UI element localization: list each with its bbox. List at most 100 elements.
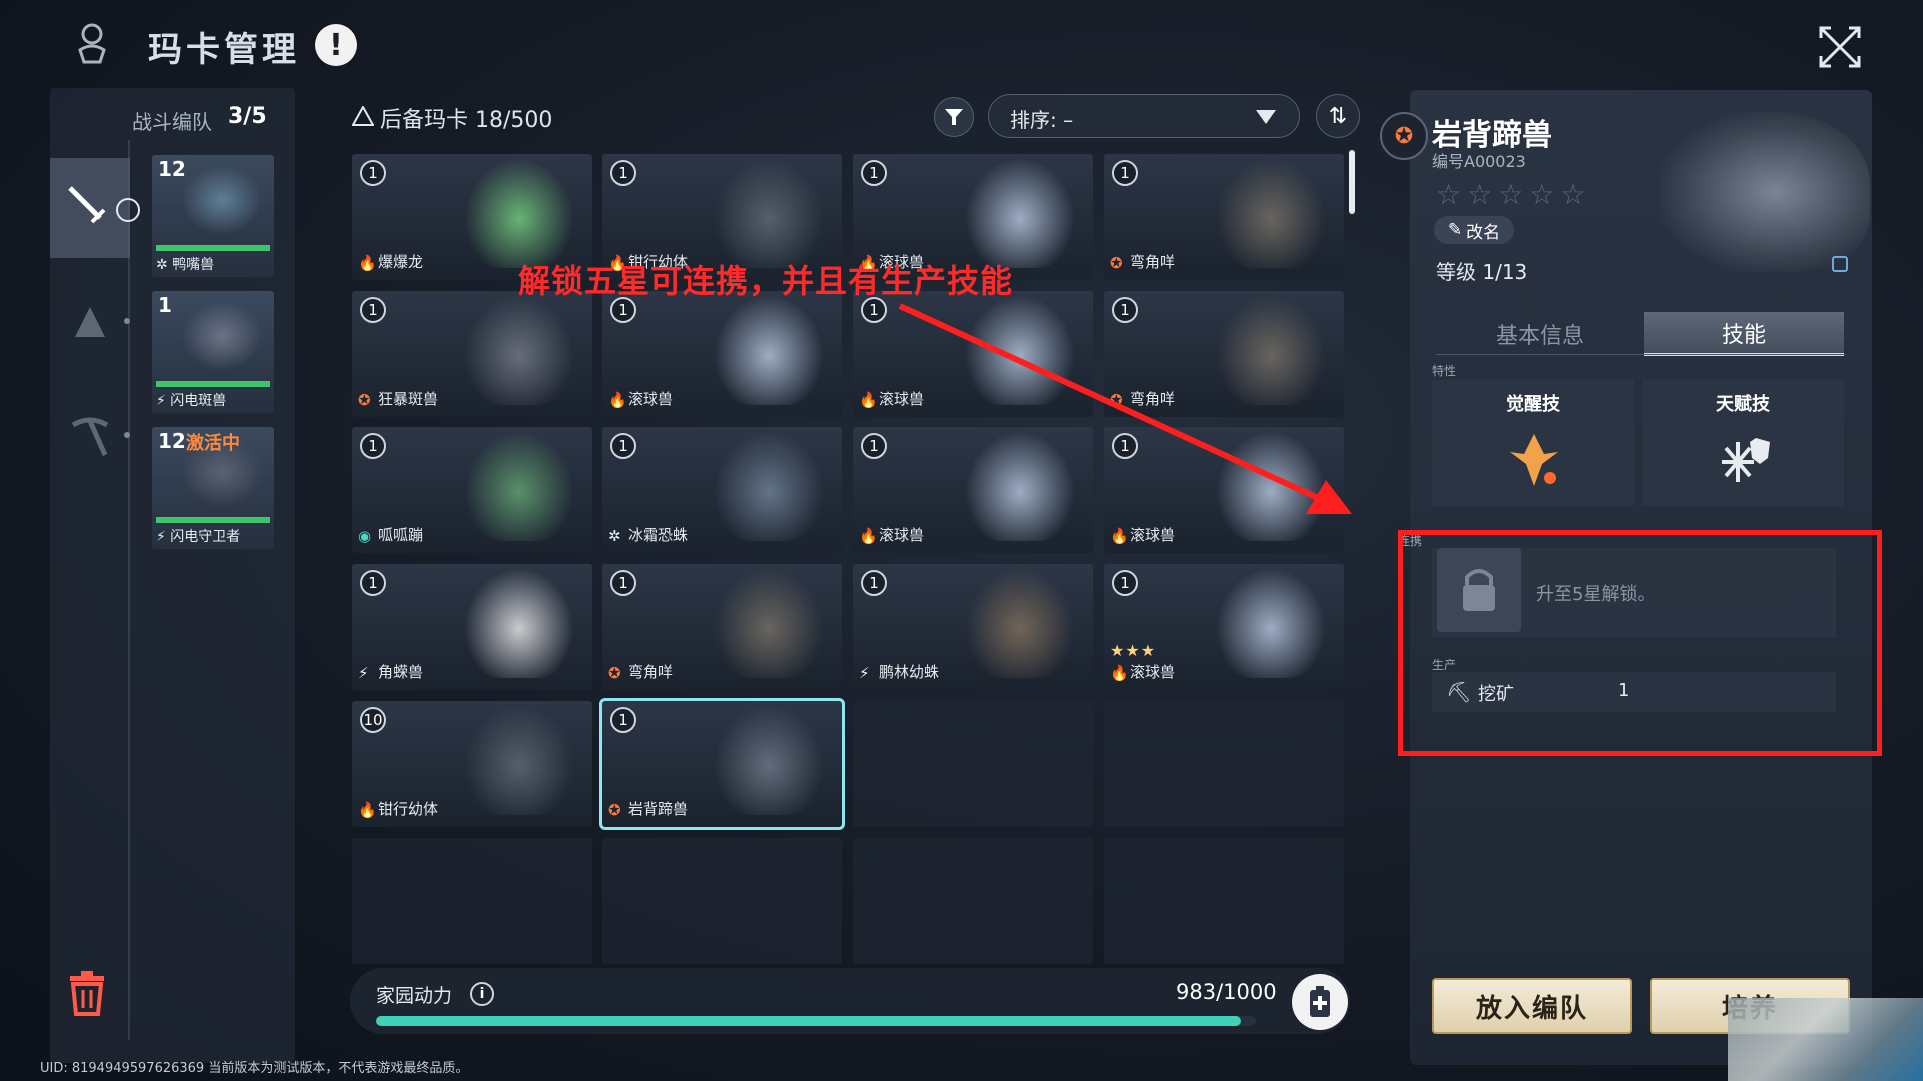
sort-order-button[interactable]: ⇅ — [1316, 94, 1360, 138]
card-name: 鹏林幼蛛 — [879, 663, 940, 681]
tab-skills[interactable]: 技能 — [1644, 312, 1844, 356]
monster-card[interactable]: 1 🔥 滚球兽 — [602, 291, 842, 417]
card-count: 1 — [610, 160, 636, 186]
flame-spike-icon — [1510, 434, 1558, 486]
card-name: 滚球兽 — [1130, 526, 1176, 544]
snowflake-shield-icon — [1722, 438, 1770, 482]
card-count: 1 — [360, 297, 386, 323]
energy-bar — [376, 1016, 1256, 1026]
monster-portrait — [714, 568, 824, 678]
sort-label: 排序: – — [1010, 108, 1074, 132]
monster-card[interactable]: 1 🔥 滚球兽 — [1104, 427, 1344, 553]
star-rating: ★★★ — [1110, 641, 1157, 660]
monster-portrait — [965, 158, 1075, 268]
warning-icon — [352, 106, 374, 126]
card-name: 狂暴斑兽 — [378, 390, 439, 408]
monster-card[interactable]: 1 ✲ 冰霜恐蛛 — [602, 427, 842, 553]
monster-card[interactable]: 1 ✪ 狂暴斑兽 — [352, 291, 592, 417]
awaken-skill-label: 觉醒技 — [1506, 394, 1560, 415]
tab-explore[interactable] — [50, 272, 130, 372]
card-count: 1 — [360, 570, 386, 596]
talent-skill-label: 天赋技 — [1716, 394, 1770, 415]
earth-element-icon: ✪ — [1110, 391, 1123, 409]
monster-card[interactable]: 1 🔥 滚球兽 — [853, 291, 1093, 417]
earth-element-icon: ✪ — [358, 391, 371, 409]
active-tag: 激活中 — [186, 433, 240, 454]
card-count: 1 — [360, 160, 386, 186]
add-to-team-button[interactable]: 放入编队 — [1432, 978, 1632, 1034]
monster-card[interactable]: 1 ✪ 弯角咩 — [602, 564, 842, 690]
monster-card[interactable]: 1 ★★★ 🔥 滚球兽 — [1104, 564, 1344, 690]
card-name-text: 鸭嘴兽 — [172, 257, 215, 273]
edit-icon: ✎ — [1447, 220, 1463, 240]
electric-element-icon: ⚡ — [859, 664, 870, 682]
info-icon[interactable]: i — [470, 982, 494, 1006]
empty-slot — [352, 838, 592, 964]
card-count: 10 — [360, 707, 386, 733]
star-rating: ☆☆☆☆☆ — [1436, 178, 1592, 211]
monster-card[interactable]: 1 ⚡ 角蝾兽 — [352, 564, 592, 690]
card-count: 1 — [360, 433, 386, 459]
trash-icon[interactable] — [66, 970, 108, 1016]
monster-portrait — [965, 568, 1075, 678]
trait-section-label: 特性 — [1432, 364, 1457, 378]
earth-element-icon: ✪ — [608, 801, 621, 819]
pickaxe-icon — [71, 417, 109, 457]
monster-portrait — [1216, 568, 1326, 678]
card-name: 呱呱蹦 — [378, 526, 424, 544]
filter-button[interactable] — [934, 97, 974, 137]
team-card[interactable]: 12 激活中 ⚡ 闪电守卫者 — [152, 427, 274, 549]
collapse-icon[interactable] — [1815, 22, 1865, 72]
tab-divider — [1436, 354, 1846, 355]
card-name: 滚球兽 — [628, 390, 674, 408]
copy-icon[interactable] — [1832, 256, 1848, 272]
monster-portrait — [1216, 431, 1326, 541]
monster-portrait — [714, 295, 824, 405]
level-text: 等级 1/13 — [1436, 260, 1528, 284]
team-card[interactable]: 12 ✲ 鸭嘴兽 — [152, 155, 274, 277]
earth-element-icon: ✪ — [608, 664, 621, 682]
tab-indicator — [124, 318, 130, 324]
energy-value: 983/1000 — [1176, 980, 1277, 1004]
card-count: 1 — [1112, 570, 1138, 596]
team-count: 3/5 — [228, 104, 267, 129]
alert-icon[interactable]: ! — [315, 24, 357, 66]
empty-slot — [1104, 701, 1344, 827]
monster-card[interactable]: 1 ✪ 弯角咩 — [1104, 291, 1344, 417]
energy-bar-fill — [376, 1016, 1242, 1026]
earth-element-icon: ✪ — [1380, 112, 1428, 160]
monster-portrait — [464, 295, 574, 405]
monster-card[interactable]: 1 ✪ 弯角咩 — [1104, 154, 1344, 280]
fire-element-icon: 🔥 — [1110, 527, 1129, 545]
rename-button[interactable]: ✎ 改名 — [1434, 216, 1514, 244]
card-name: 钳行幼体 — [378, 800, 439, 818]
empty-slot — [853, 838, 1093, 964]
monster-portrait — [1216, 295, 1326, 405]
target-icon — [116, 198, 140, 222]
card-name-text: 闪电斑兽 — [170, 393, 227, 409]
battery-button[interactable] — [1292, 974, 1348, 1030]
monster-card[interactable]: 10 🔥 钳行幼体 — [352, 701, 592, 827]
fire-element-icon: 🔥 — [859, 527, 878, 545]
monster-card[interactable]: 1 ◉ 呱呱蹦 — [352, 427, 592, 553]
monster-card[interactable]: 1 ✪ 岩背蹄兽 — [599, 698, 845, 830]
card-name: ✲ 鸭嘴兽 — [156, 254, 214, 274]
tab-basic-info[interactable]: 基本信息 — [1440, 312, 1640, 356]
card-name: 弯角咩 — [1130, 253, 1176, 271]
team-card[interactable]: 1 ⚡ 闪电斑兽 — [152, 291, 274, 413]
card-name: 弯角咩 — [628, 663, 674, 681]
monster-card[interactable]: 1 ⚡ 鹏林幼蛛 — [853, 564, 1093, 690]
annotation-text: 解锁五星可连携，并且有生产技能 — [518, 262, 1014, 300]
card-level: 12 — [158, 157, 186, 181]
hp-bar-fill — [156, 517, 270, 523]
rename-label: 改名 — [1466, 222, 1501, 243]
card-count: 1 — [861, 160, 887, 186]
tab-work[interactable] — [50, 386, 130, 486]
monster-portrait — [464, 705, 574, 815]
blurred-overlay — [1728, 998, 1923, 1081]
page-title: 玛卡管理 — [148, 30, 300, 70]
empty-slot — [602, 838, 842, 964]
scrollbar[interactable] — [1349, 150, 1355, 214]
card-count: 1 — [610, 707, 636, 733]
monster-card[interactable]: 1 🔥 滚球兽 — [853, 427, 1093, 553]
